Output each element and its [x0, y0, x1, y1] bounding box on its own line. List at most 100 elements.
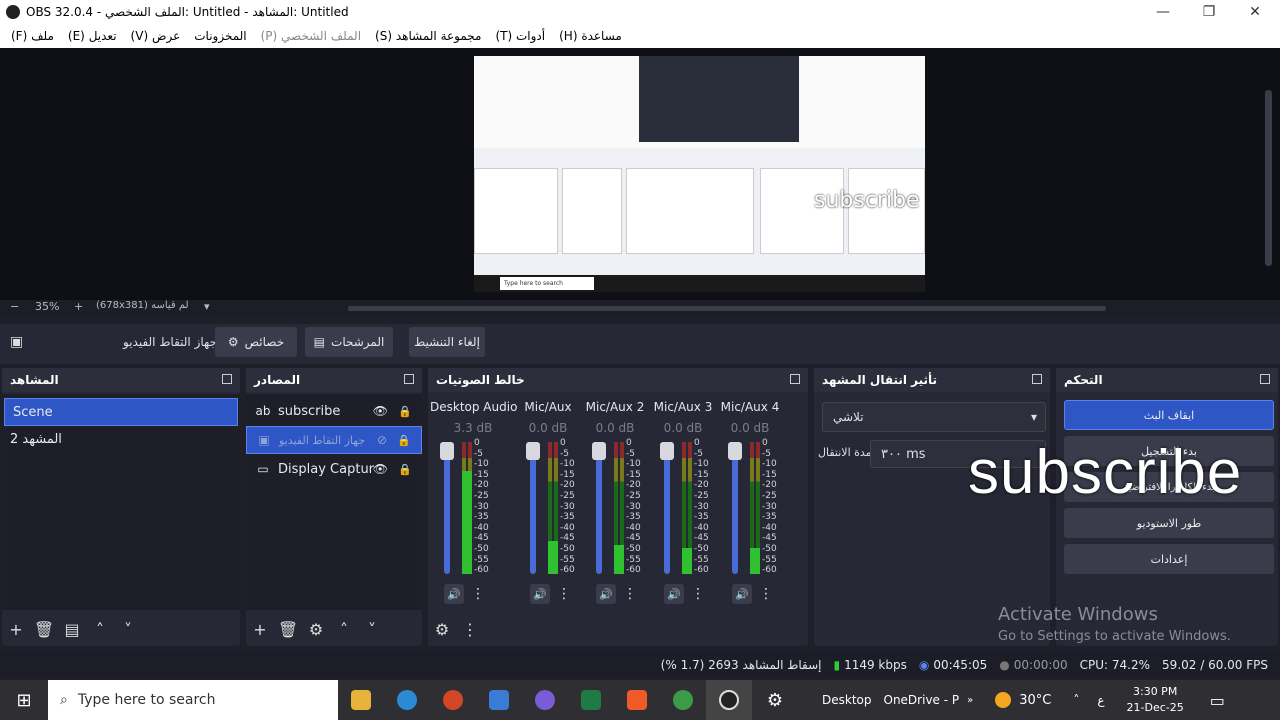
meter-tick-label: -60 [626, 565, 641, 576]
filter-icon[interactable]: ▤ [58, 615, 86, 643]
speaker-icon[interactable]: 🔊 [596, 584, 616, 604]
chevron-up-icon[interactable]: ˄ [1073, 693, 1079, 707]
transition-select[interactable]: تلاشي ▾ [822, 402, 1046, 432]
preview-canvas[interactable]: subscribe Type here to search [474, 56, 925, 292]
up-icon[interactable]: ˄ [86, 615, 114, 643]
source-item-subscribe[interactable]: ab subscribe 👁 🔒 [246, 397, 422, 425]
volume-slider[interactable] [596, 442, 602, 574]
eye-icon[interactable]: 👁 [373, 462, 388, 476]
maximize-button[interactable]: ❐ [1186, 0, 1232, 24]
properties-button[interactable]: ⚙ خصائص [215, 327, 297, 357]
undock-icon[interactable] [790, 374, 800, 384]
copilot-icon[interactable] [522, 680, 568, 720]
more-icon[interactable]: ⋮ [456, 615, 484, 643]
mixer-settings-icon[interactable]: ⚙ [428, 615, 456, 643]
undock-icon[interactable] [1032, 374, 1042, 384]
volume-slider[interactable] [732, 442, 738, 574]
speaker-icon[interactable]: 🔊 [530, 584, 550, 604]
meter-tick-label: -45 [694, 533, 709, 544]
deactivate-button[interactable]: إلغاء التنشيط [409, 327, 485, 357]
add-icon[interactable]: + [2, 615, 30, 643]
menu-file[interactable]: (F) ملف [4, 29, 61, 43]
down-icon[interactable]: ˅ [358, 615, 386, 643]
sources-dock: المصادر ab subscribe 👁 🔒 ▣ جهاز التقاط ا… [246, 368, 422, 646]
undock-icon[interactable] [404, 374, 414, 384]
zoom-out-button[interactable]: − [10, 300, 19, 313]
volume-slider[interactable] [444, 442, 450, 574]
more-icon[interactable]: ⋮ [690, 584, 706, 604]
volume-slider-handle[interactable] [592, 442, 606, 460]
chrome-icon[interactable] [660, 680, 706, 720]
brave-icon[interactable] [614, 680, 660, 720]
menu-help[interactable]: (H) مساعدة [552, 29, 629, 43]
speaker-icon[interactable]: 🔊 [444, 584, 464, 604]
volume-slider-handle[interactable] [526, 442, 540, 460]
settings-icon[interactable]: ⚙ [752, 680, 798, 720]
zoom-in-button[interactable]: + [74, 300, 83, 313]
menu-scene-collection[interactable]: (S) مجموعة المشاهد [368, 29, 488, 43]
source-item-video-capture[interactable]: ▣ جهاز التقاط الفيديو ⊘ 🔒 [246, 426, 422, 454]
more-icon[interactable]: ⋮ [470, 584, 486, 604]
powerpoint-icon[interactable] [430, 680, 476, 720]
filters-button[interactable]: ▤ المرشحات [305, 327, 393, 357]
store-icon[interactable] [476, 680, 522, 720]
down-icon[interactable]: ˅ [114, 615, 142, 643]
more-icon[interactable]: ⋮ [758, 584, 774, 604]
clock[interactable]: 3:30 PM 21-Dec-25 [1127, 684, 1184, 716]
zoom-dropdown-icon[interactable]: ▾ [204, 300, 210, 313]
eye-icon[interactable]: 👁 [373, 404, 388, 418]
weather-icon [995, 692, 1012, 708]
add-icon[interactable]: + [246, 615, 274, 643]
menu-docks[interactable]: المخزونات [187, 29, 253, 43]
speaker-icon[interactable]: 🔊 [664, 584, 684, 604]
excel-icon[interactable] [568, 680, 614, 720]
menu-tools[interactable]: (T) أدوات [488, 29, 552, 43]
trash-icon[interactable]: 🗑 [274, 615, 302, 643]
undock-icon[interactable] [222, 374, 232, 384]
trash-icon[interactable]: 🗑 [30, 615, 58, 643]
volume-slider-handle[interactable] [440, 442, 454, 460]
scene-item[interactable]: المشهد 2 [2, 426, 240, 454]
lock-icon[interactable]: 🔒 [398, 463, 412, 476]
menu-view[interactable]: (V) عرض [124, 29, 188, 43]
eye-hidden-icon[interactable]: ⊘ [377, 433, 387, 447]
volume-slider-handle[interactable] [660, 442, 674, 460]
file-explorer-icon[interactable] [338, 680, 384, 720]
gear-icon: ⚙ [227, 335, 239, 349]
meter-tick-label: -60 [694, 565, 709, 576]
scene-item[interactable]: Scene [4, 398, 238, 426]
taskbar-search[interactable]: ⌕ Type here to search [48, 680, 338, 720]
studio-mode-button[interactable]: طور الاستوديو [1064, 508, 1274, 538]
menu-profile[interactable]: (P) الملف الشخصي [254, 29, 368, 43]
lock-icon[interactable]: 🔒 [397, 434, 411, 447]
meter-tick-label: -30 [694, 501, 709, 512]
chevron-right-icon[interactable]: » [967, 695, 973, 706]
weather-temp[interactable]: 30°C [1019, 693, 1051, 708]
minimize-button[interactable]: — [1140, 0, 1186, 24]
menu-edit[interactable]: (E) تعديل [61, 29, 124, 43]
source-item-display-capture[interactable]: ▭ Display Captur 👁 🔒 [246, 455, 422, 483]
volume-slider[interactable] [530, 442, 536, 574]
preview-vertical-scrollbar[interactable] [1265, 90, 1272, 266]
desktop-label[interactable]: Desktop [822, 693, 872, 707]
lock-icon[interactable]: 🔒 [398, 405, 412, 418]
stop-streaming-button[interactable]: ايقاف البث [1064, 400, 1274, 430]
windows-start-icon[interactable]: ⊞ [0, 680, 48, 720]
more-icon[interactable]: ⋮ [622, 584, 638, 604]
obs-icon[interactable] [706, 680, 752, 720]
gear-icon[interactable]: ⚙ [302, 615, 330, 643]
volume-slider-handle[interactable] [728, 442, 742, 460]
notification-icon[interactable]: ▭ [1210, 691, 1225, 710]
onedrive-label[interactable]: OneDrive - P [884, 693, 960, 707]
preview-horizontal-scrollbar[interactable] [0, 300, 1280, 316]
speaker-icon[interactable]: 🔊 [732, 584, 752, 604]
volume-slider[interactable] [664, 442, 670, 574]
fps: 59.02 / 60.00 FPS [1162, 658, 1268, 672]
language-indicator[interactable]: ع [1097, 693, 1104, 707]
close-button[interactable]: ✕ [1232, 0, 1278, 24]
up-icon[interactable]: ˄ [330, 615, 358, 643]
more-icon[interactable]: ⋮ [556, 584, 572, 604]
settings-button[interactable]: إعدادات [1064, 544, 1274, 574]
undock-icon[interactable] [1260, 374, 1270, 384]
edge-icon[interactable] [384, 680, 430, 720]
